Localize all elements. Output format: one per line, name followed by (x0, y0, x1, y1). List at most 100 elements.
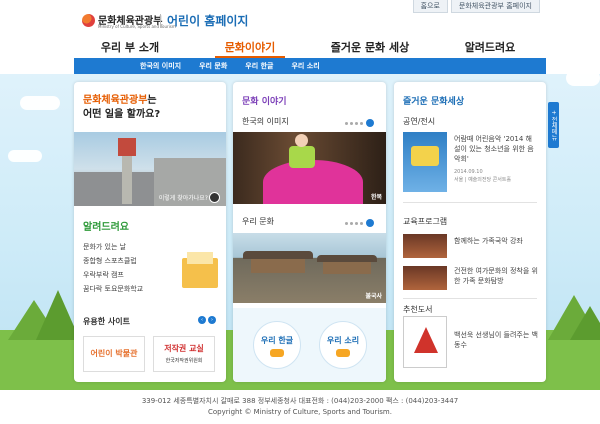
edu-item[interactable]: 건전한 여가문화의 정착을 위한 가족 문화탐방 (454, 266, 538, 286)
carousel-next-icon[interactable] (366, 219, 374, 227)
intro-heading-suffix: 는 (147, 95, 157, 106)
subnav-korean-image[interactable]: 한국의 이미지 (140, 61, 181, 71)
hangul-circle-button[interactable]: 우리 한글 (253, 321, 301, 369)
temple-wall-shape (251, 259, 305, 273)
event-date: 2014.09.10 (454, 169, 483, 175)
intro-heading-org: 문화체육관광부 (83, 95, 148, 106)
sound-circle-button[interactable]: 우리 소리 (319, 321, 367, 369)
footer-address: 339-012 세종특별자치시 갈매로 388 정부세종청사 대표전화 : (0… (141, 397, 459, 405)
copyright-class-banner[interactable]: 저작권 교실 한국저작권위원회 (153, 336, 215, 372)
banner-label: 어린이 박물관 (90, 349, 138, 358)
carousel-dot[interactable] (360, 121, 363, 125)
carousel-dot[interactable] (350, 221, 353, 225)
korean-image-heading[interactable]: 한국의 이미지 (242, 116, 289, 127)
gugak-class-image[interactable] (403, 234, 447, 258)
ministry-homepage-link[interactable]: 문화체육관광부 홈페이지 (450, 0, 540, 13)
location-pin-icon[interactable] (209, 192, 220, 203)
nav-culture-story[interactable]: 문화이야기 (190, 40, 310, 58)
subnav-our-culture[interactable]: 우리 문화 (199, 61, 227, 71)
home-link[interactable]: 홈으로 (412, 0, 448, 13)
children-museum-banner[interactable]: 어린이 박물관 (83, 336, 145, 372)
carousel-dot[interactable] (355, 121, 358, 125)
notice-item[interactable]: 우락부락 캠프 (83, 268, 143, 282)
book-description[interactable]: 백선욱 선생님이 들려주는 백동수 (454, 330, 538, 350)
intro-heading[interactable]: 문화체육관광부는 어떤 일을 할까요? (83, 94, 160, 122)
site-header: 문화체육관광부 Ministry of Culture, Sports and … (0, 0, 600, 74)
temple-roof-shape (317, 255, 377, 262)
site-footer: 339-012 세종특별자치시 갈매로 388 정부세종청사 대표전화 : (0… (0, 390, 600, 424)
bulguksa-image[interactable]: 불국사 (233, 233, 386, 303)
family-tour-image[interactable] (403, 266, 447, 290)
sites-pager: ‹ › (196, 316, 216, 324)
main-navigation: 우리 부 소개 문화이야기 즐거운 문화 세상 알려드려요 (70, 40, 550, 58)
circle-label: 우리 소리 (326, 336, 360, 345)
notice-item[interactable]: 꿈다락 토요문화학교 (83, 282, 143, 296)
education-heading[interactable]: 교육프로그램 (403, 216, 447, 227)
hanbok-image[interactable]: 한복 (233, 132, 386, 204)
performance-heading[interactable]: 공연/전시 (403, 116, 435, 127)
ministry-logo-english: Ministry of Culture, Sports and Tourism (98, 24, 176, 29)
person-head-shape (295, 134, 308, 147)
notice-item[interactable]: 종합형 스포츠클럽 (83, 254, 143, 268)
next-arrow-icon[interactable]: › (208, 316, 216, 324)
event-title[interactable]: 어람때 어린음악 '2014 해설이 있는 청소년을 위한 음악회' (454, 134, 538, 164)
divider (403, 202, 537, 203)
concert-poster-image[interactable] (403, 132, 447, 192)
carousel-dot[interactable] (350, 121, 353, 125)
temple-roof-shape (243, 251, 313, 259)
cloud-decoration (20, 96, 60, 110)
footer-copyright: Copyright © Ministry of Culture, Sports … (208, 408, 392, 416)
notice-item[interactable]: 문화가 있는 날 (83, 240, 143, 254)
culture-world-heading[interactable]: 즐거운 문화세상 (403, 94, 464, 107)
panel-culture-world: 즐거운 문화세상 공연/전시 어람때 어린음악 '2014 해설이 있는 청소년… (394, 82, 546, 382)
our-culture-heading[interactable]: 우리 문화 (242, 216, 274, 227)
notice-list: 문화가 있는 날 종합형 스포츠클럽 우락부락 캠프 꿈다락 토요문화학교 (83, 240, 143, 296)
image-label: 한복 (370, 194, 382, 201)
ministry-logo-icon[interactable] (82, 14, 95, 27)
folder-icon (182, 252, 218, 288)
sub-navigation: 한국의 이미지 우리 문화 우리 한글 우리 소리 (74, 58, 546, 74)
carousel-dots (343, 219, 374, 227)
ministry-building-photo[interactable]: 이렇게 찾아가나요? (74, 132, 226, 206)
carousel-dot[interactable] (345, 221, 348, 225)
panel-ministry-intro: 문화체육관광부는 어떤 일을 할까요? 이렇게 찾아가나요? 알려드려요 문화가… (74, 82, 226, 382)
temple-wall-shape (323, 262, 371, 274)
circle-label: 우리 한글 (260, 336, 294, 345)
site-title[interactable]: 어린이 홈페이지 (167, 12, 248, 29)
subnav-hangul[interactable]: 우리 한글 (245, 61, 273, 71)
nav-about[interactable]: 우리 부 소개 (70, 40, 190, 58)
story-circle-links: 우리 한글 우리 소리 (233, 308, 386, 382)
recommended-books-heading[interactable]: 추천도서 (403, 304, 432, 315)
useful-sites-heading: 유용한 사이트 (83, 317, 130, 326)
intro-heading-line2: 어떤 일을 할까요? (83, 109, 161, 120)
book-cover-image[interactable] (403, 316, 447, 368)
hill-decoration (570, 306, 600, 340)
panel-culture-story: 문화 이야기 한국의 이미지 한복 우리 문화 불국사 우리 한글 우리 소리 (233, 82, 386, 382)
prev-arrow-icon[interactable]: ‹ (198, 316, 206, 324)
notice-heading[interactable]: 알려드려요 (83, 218, 129, 233)
full-menu-tab[interactable]: + 전체메뉴 (548, 102, 559, 148)
nav-culture-world[interactable]: 즐거운 문화 세상 (310, 40, 430, 58)
banner-label: 저작권 교실 (164, 344, 204, 353)
banner-org: 한국저작권위원회 (165, 358, 203, 364)
hangul-letters-icon (270, 349, 284, 357)
image-label: 불국사 (365, 293, 382, 300)
carousel-dot[interactable] (360, 221, 363, 225)
subnav-our-sound[interactable]: 우리 소리 (291, 61, 319, 71)
music-note-icon (336, 349, 350, 357)
top-links: 홈으로 문화체육관광부 홈페이지 (410, 0, 540, 13)
carousel-next-icon[interactable] (366, 119, 374, 127)
cloud-decoration (8, 150, 42, 162)
nav-notices[interactable]: 알려드려요 (430, 40, 550, 58)
carousel-dot[interactable] (345, 121, 348, 125)
carousel-dots (343, 119, 374, 127)
carousel-dot[interactable] (355, 221, 358, 225)
divider (403, 298, 537, 299)
photo-caption: 이렇게 찾아가나요? (158, 195, 208, 202)
logo-divider (160, 14, 161, 28)
event-place: 서울 | 예술의전당 콘서트홀 (454, 177, 512, 183)
hanbok-jacket-shape (289, 146, 315, 168)
edu-item[interactable]: 함께하는 가족국악 강좌 (454, 236, 538, 246)
culture-story-heading[interactable]: 문화 이야기 (242, 94, 287, 107)
tower-shape (118, 138, 136, 204)
